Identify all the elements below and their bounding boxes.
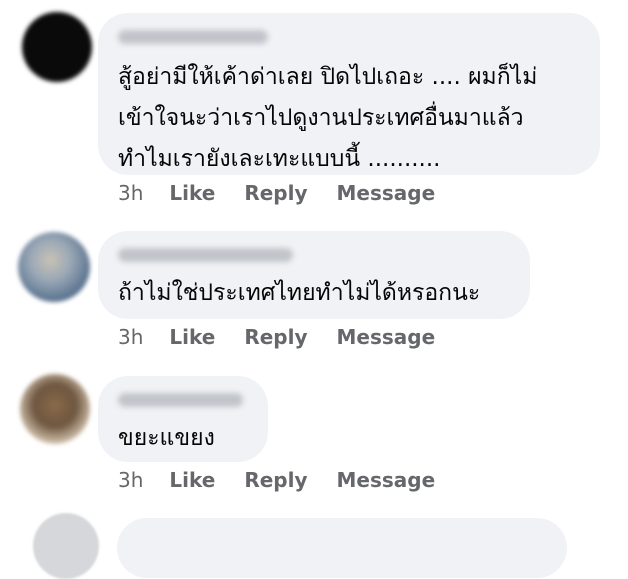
comment-actions: 3h Like Reply Message bbox=[118, 180, 464, 206]
comment-bubble bbox=[117, 518, 567, 578]
comment-actions: 3h Like Reply Message bbox=[118, 467, 464, 493]
commenter-name-blurred[interactable] bbox=[118, 393, 243, 407]
comment-timestamp[interactable]: 3h bbox=[118, 325, 143, 349]
like-button[interactable]: Like bbox=[169, 468, 215, 492]
message-button[interactable]: Message bbox=[337, 325, 436, 349]
commenter-avatar[interactable] bbox=[18, 232, 90, 302]
like-button[interactable]: Like bbox=[169, 325, 215, 349]
comment-bubble: ถ้าไม่ใช่ประเทศไทยทำไม่ได้หรอกนะ bbox=[98, 231, 530, 319]
comment-bubble: ขยะแขยง bbox=[98, 376, 268, 462]
like-button[interactable]: Like bbox=[169, 181, 215, 205]
message-button[interactable]: Message bbox=[337, 181, 436, 205]
comment-timestamp[interactable]: 3h bbox=[118, 181, 143, 205]
commenter-name-blurred[interactable] bbox=[118, 30, 268, 44]
commenter-avatar[interactable] bbox=[33, 513, 99, 579]
message-button[interactable]: Message bbox=[337, 468, 436, 492]
commenter-avatar[interactable] bbox=[22, 12, 92, 82]
comment-timestamp[interactable]: 3h bbox=[118, 468, 143, 492]
commenter-name-blurred[interactable] bbox=[118, 248, 293, 262]
reply-button[interactable]: Reply bbox=[244, 181, 307, 205]
comment-actions: 3h Like Reply Message bbox=[118, 324, 464, 350]
reply-button[interactable]: Reply bbox=[244, 468, 307, 492]
comment-text: สู้อย่ามีให้เค้าด่าเลย ปิดไปเถอะ .... ผม… bbox=[118, 64, 538, 172]
reply-button[interactable]: Reply bbox=[244, 325, 307, 349]
comment-text: ขยะแขยง bbox=[118, 425, 215, 451]
commenter-avatar[interactable] bbox=[20, 374, 90, 444]
comment-text: ถ้าไม่ใช่ประเทศไทยทำไม่ได้หรอกนะ bbox=[118, 280, 481, 306]
comment-bubble: สู้อย่ามีให้เค้าด่าเลย ปิดไปเถอะ .... ผม… bbox=[98, 13, 600, 175]
